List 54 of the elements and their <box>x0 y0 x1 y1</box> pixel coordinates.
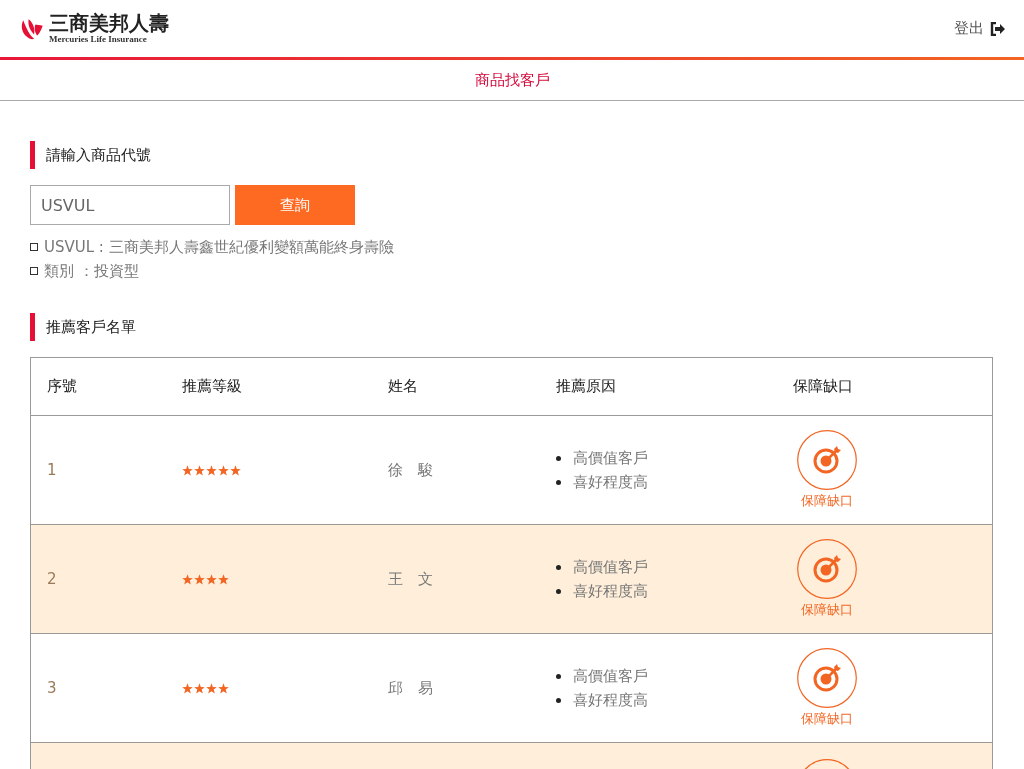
reason-text: 高價值客戶 <box>573 557 648 577</box>
star-icon <box>194 573 205 585</box>
star-icon <box>206 573 217 585</box>
brand-name: 三商美邦人壽 <box>49 13 169 33</box>
search-button[interactable]: 查詢 <box>235 185 355 225</box>
star-icon <box>206 464 217 476</box>
column-header: 推薦原因 <box>556 377 616 396</box>
star-icon <box>206 682 217 694</box>
coverage-gap-button[interactable]: 保障缺口 <box>797 539 857 619</box>
star-icon <box>218 464 229 476</box>
bullet-icon <box>556 564 561 570</box>
reason-text: 喜好程度高 <box>573 690 648 710</box>
column-header: 保障缺口 <box>793 377 853 396</box>
star-icon <box>218 573 229 585</box>
column-header: 姓名 <box>388 377 418 396</box>
star-icon <box>182 573 193 585</box>
reason-text: 高價值客戶 <box>573 666 648 686</box>
star-icon <box>218 682 229 694</box>
coverage-gap-button[interactable]: 保障缺口 <box>797 430 857 510</box>
reason-text: 喜好程度高 <box>573 472 648 492</box>
product-info-text: 類別 ：投資型 <box>44 261 139 281</box>
reason-text: 喜好程度高 <box>573 581 648 601</box>
square-bullet-icon <box>30 267 38 275</box>
page-title: 商品找客戶 <box>474 70 550 90</box>
column-header: 序號 <box>47 377 77 396</box>
star-icon <box>194 682 205 694</box>
accent-bar <box>30 313 35 341</box>
row-number: 3 <box>47 679 57 697</box>
square-bullet-icon <box>30 243 38 251</box>
coverage-gap-button[interactable]: 保障缺口 <box>797 648 857 728</box>
bullet-icon <box>556 479 561 485</box>
row-number: 1 <box>47 461 57 479</box>
section-heading: 請輸入商品代號 <box>46 145 151 165</box>
section-heading: 推薦客戶名單 <box>46 317 136 337</box>
product-info-text: USVUL : 三商美邦人壽鑫世紀優利變額萬能終身壽險 <box>44 237 394 257</box>
customer-name: 邱 易 <box>388 678 433 698</box>
customer-name: 王 文 <box>388 569 433 589</box>
bullet-icon <box>556 588 561 594</box>
bullet-icon <box>556 697 561 703</box>
bullet-icon <box>556 673 561 679</box>
customer-name: 徐 駿 <box>388 460 433 480</box>
product-code-field[interactable]: USVUL <box>30 185 230 225</box>
star-icon <box>182 464 193 476</box>
row-number: 2 <box>47 570 57 588</box>
accent-bar <box>30 141 35 169</box>
sign-out-icon <box>990 21 1006 36</box>
star-icon <box>182 682 193 694</box>
star-icon <box>230 464 241 476</box>
reason-text: 高價值客戶 <box>573 448 648 468</box>
logout-link[interactable]: 登出 <box>954 19 1006 38</box>
bullet-icon <box>556 455 561 461</box>
column-header: 推薦等級 <box>182 377 242 396</box>
brand-subtitle: Mercuries Life Insurance <box>49 35 148 44</box>
star-icon <box>194 464 205 476</box>
